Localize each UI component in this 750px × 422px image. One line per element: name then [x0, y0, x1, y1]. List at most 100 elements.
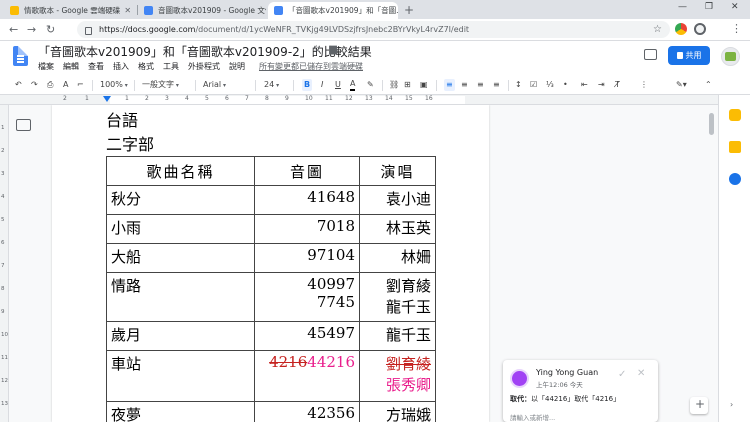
- paint-format-icon[interactable]: ⌐: [77, 79, 84, 91]
- increase-indent-icon[interactable]: ⇥: [598, 79, 605, 91]
- collapse-toolbar-icon[interactable]: ⌃: [705, 79, 712, 91]
- code-cell[interactable]: 41648: [254, 185, 360, 215]
- text-color-icon[interactable]: A: [350, 79, 356, 91]
- font-select[interactable]: Arial: [203, 79, 226, 91]
- browser-tab-compare[interactable]: 「音圖歌本v201909」和「音圖... ✕: [268, 2, 398, 19]
- more-options-icon[interactable]: ⋮: [640, 79, 648, 91]
- numbered-list-icon[interactable]: ⅓: [546, 79, 554, 91]
- bulleted-list-icon[interactable]: •: [563, 79, 568, 91]
- align-center-icon[interactable]: ≡: [461, 79, 468, 91]
- profile-icon[interactable]: [694, 23, 706, 35]
- reject-suggestion-icon[interactable]: ✕: [637, 368, 645, 379]
- tasks-icon[interactable]: [729, 173, 741, 185]
- menu-help[interactable]: 說明: [229, 61, 245, 72]
- browser-tab-drive[interactable]: 情歌歌本 - Google 雲端硬碟 ✕: [4, 2, 136, 19]
- comment-history-icon[interactable]: [644, 49, 657, 60]
- zoom-select[interactable]: 100%: [100, 79, 128, 91]
- new-tab-button[interactable]: +: [404, 3, 414, 17]
- browser-tab-doc[interactable]: 音圖歌本v201909 - Google 文件 ✕: [138, 2, 266, 19]
- inserted-suggestion[interactable]: 張秀卿: [364, 374, 431, 395]
- code-cell[interactable]: 97104: [254, 243, 360, 273]
- code-cell[interactable]: 45497: [254, 321, 360, 351]
- code-cell[interactable]: 7018: [254, 214, 360, 244]
- spellcheck-icon[interactable]: A: [63, 79, 68, 91]
- style-select[interactable]: 一般文字: [142, 79, 179, 91]
- deleted-suggestion[interactable]: 劉育綾: [364, 353, 431, 374]
- document-page[interactable]: 台語 二字部 歌曲名稱 音圖 演唱 秋分 41648 袁小迪 小雨 7018 林…: [52, 105, 489, 422]
- undo-icon[interactable]: ↶: [15, 79, 22, 91]
- keep-icon[interactable]: [729, 141, 741, 153]
- code-cell[interactable]: 42356: [254, 401, 360, 422]
- reply-input[interactable]: 請輸入或新增...: [510, 412, 555, 422]
- line-spacing-icon[interactable]: ↕: [515, 79, 522, 91]
- folder-icon[interactable]: ▆: [329, 44, 337, 55]
- decrease-indent-icon[interactable]: ⇤: [581, 79, 588, 91]
- align-right-icon[interactable]: ≡: [477, 79, 484, 91]
- close-window-icon[interactable]: ✕: [731, 2, 739, 12]
- underline-icon[interactable]: U: [335, 79, 341, 91]
- document-outline-icon[interactable]: [16, 119, 31, 131]
- insert-image-icon[interactable]: ▣: [420, 79, 428, 91]
- bold-icon[interactable]: B: [302, 79, 313, 91]
- menu-view[interactable]: 查看: [88, 61, 104, 72]
- vertical-scrollbar[interactable]: [709, 113, 714, 135]
- redo-icon[interactable]: ↷: [31, 79, 38, 91]
- expand-panel-icon[interactable]: ›: [730, 400, 733, 409]
- avatar[interactable]: [721, 47, 740, 66]
- link-icon[interactable]: ⛓: [389, 79, 399, 91]
- menu-edit[interactable]: 編輯: [63, 61, 79, 72]
- star-icon[interactable]: ☆: [312, 44, 321, 55]
- singer-cell[interactable]: 劉育綾 張秀卿: [359, 350, 436, 402]
- save-status-link[interactable]: 所有變更都已儲存到雲端硬碟: [259, 61, 363, 72]
- singer-cell[interactable]: 劉育綾 龍千玉: [359, 272, 436, 322]
- print-icon[interactable]: ⎙: [47, 79, 53, 91]
- singer-cell[interactable]: 方瑞娥: [359, 401, 436, 422]
- song-name-cell[interactable]: 秋分: [106, 185, 255, 215]
- close-icon[interactable]: ✕: [120, 6, 131, 15]
- song-name-cell[interactable]: 歲月: [106, 321, 255, 351]
- extension-icon[interactable]: [675, 23, 687, 35]
- menu-format[interactable]: 格式: [138, 61, 154, 72]
- singer-cell[interactable]: 林玉英: [359, 214, 436, 244]
- singer-cell[interactable]: 林姍: [359, 243, 436, 273]
- menu-file[interactable]: 檔案: [38, 61, 54, 72]
- suggestion-card[interactable]: Ying Yong Guan 上午12:06 今天 ✓ ✕ 取代：以「44216…: [503, 360, 658, 422]
- add-comment-icon[interactable]: ⊞: [404, 79, 411, 91]
- docs-logo-icon[interactable]: [13, 46, 28, 66]
- highlight-icon[interactable]: ✎: [367, 79, 374, 91]
- singer-cell[interactable]: 袁小迪: [359, 185, 436, 215]
- forward-icon[interactable]: →: [27, 23, 36, 36]
- menu-dots-icon[interactable]: ⋮: [731, 22, 742, 35]
- maximize-icon[interactable]: ❐: [705, 2, 713, 12]
- menu-tools[interactable]: 工具: [163, 61, 179, 72]
- reload-icon[interactable]: ↻: [46, 23, 55, 36]
- calendar-icon[interactable]: [729, 109, 741, 121]
- url-input[interactable]: https://docs.google.com /document/d/1ycW…: [77, 21, 670, 38]
- font-size-select[interactable]: 24: [264, 79, 279, 91]
- deleted-suggestion[interactable]: 4216: [269, 353, 307, 371]
- code-cell[interactable]: 40997 7745: [254, 272, 360, 322]
- song-name-cell[interactable]: 小雨: [106, 214, 255, 244]
- inserted-suggestion[interactable]: 44216: [307, 353, 355, 371]
- song-name-cell[interactable]: 夜夢: [106, 401, 255, 422]
- bookmark-star-icon[interactable]: ☆: [653, 24, 662, 35]
- minimize-icon[interactable]: —: [678, 2, 687, 12]
- menu-insert[interactable]: 插入: [113, 61, 129, 72]
- back-icon[interactable]: ←: [9, 23, 18, 36]
- song-name-cell[interactable]: 情路: [106, 272, 255, 322]
- clear-format-icon[interactable]: T̸: [615, 79, 620, 91]
- song-name-cell[interactable]: 大船: [106, 243, 255, 273]
- add-comment-button[interactable]: [690, 397, 708, 414]
- accept-suggestion-icon[interactable]: ✓: [618, 369, 626, 380]
- indent-marker-icon[interactable]: [103, 96, 111, 102]
- song-name-cell[interactable]: 車站: [106, 350, 255, 402]
- checklist-icon[interactable]: ☑: [530, 79, 537, 91]
- share-button[interactable]: 共用: [668, 46, 710, 65]
- editing-mode-icon[interactable]: ✎▾: [676, 79, 687, 91]
- justify-icon[interactable]: ≡: [493, 79, 500, 91]
- menu-addons[interactable]: 外掛程式: [188, 61, 220, 72]
- italic-icon[interactable]: I: [321, 79, 323, 91]
- singer-cell[interactable]: 龍千玉: [359, 321, 436, 351]
- code-cell[interactable]: 421644216: [254, 350, 360, 402]
- align-left-icon[interactable]: ≡: [444, 79, 455, 91]
